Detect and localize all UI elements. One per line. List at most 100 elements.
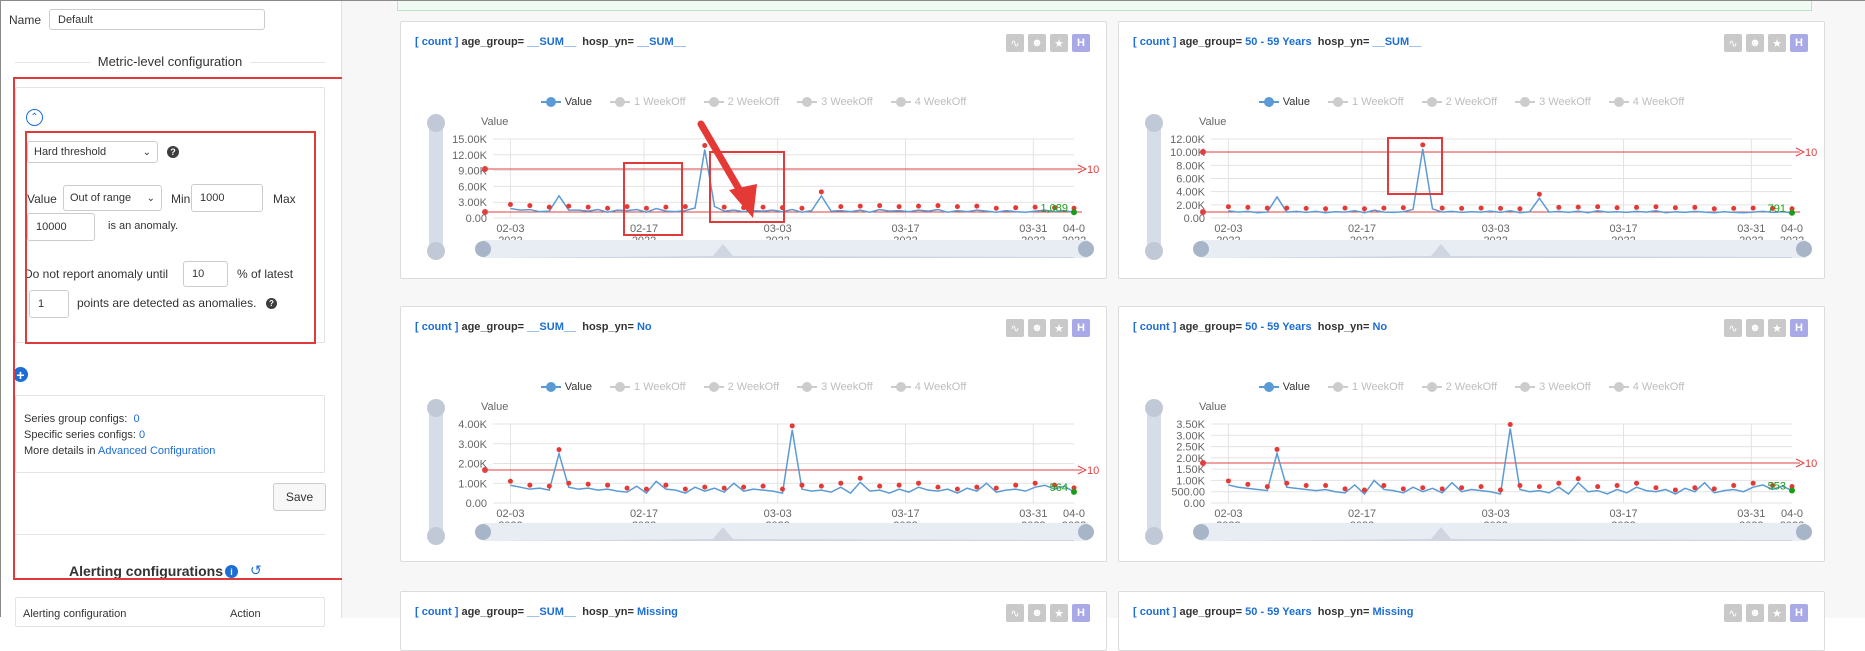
anomaly-point — [585, 481, 591, 487]
slider-handle-icon — [427, 114, 445, 132]
anomaly-point — [1032, 204, 1038, 210]
anomaly-point — [605, 205, 611, 211]
y-zoom-slider — [1147, 117, 1161, 257]
dim-key: hosp_yn= — [582, 606, 634, 618]
threshold-marker — [482, 166, 488, 172]
name-label: Name — [9, 13, 42, 27]
y-tick-label: 1.00K — [458, 478, 487, 490]
anomaly-point — [935, 484, 941, 490]
anomaly-point — [741, 484, 747, 490]
threshold-marker — [1200, 209, 1206, 215]
anomaly-point — [1556, 204, 1562, 210]
value-series-line — [1228, 428, 1793, 496]
value-series-line — [1228, 148, 1793, 214]
metric-section-title: Metric-level configuration — [89, 54, 251, 69]
x-tick-label: 02-03 — [1214, 508, 1242, 520]
anomaly-point — [1323, 482, 1329, 488]
x-tick-label: 03-17 — [891, 508, 919, 520]
anomaly-point — [993, 485, 999, 491]
anomaly-point — [1750, 480, 1756, 486]
y-tick-label: 12.00K — [452, 150, 488, 162]
navigator-handle-icon — [1078, 241, 1094, 257]
anomaly-point — [1400, 486, 1406, 492]
trend-icon[interactable]: ∿ — [1724, 604, 1742, 622]
anomaly-point — [1459, 485, 1465, 491]
anomaly-point — [1381, 482, 1387, 488]
anomaly-point — [1264, 484, 1270, 490]
navigator-handle-icon — [1193, 241, 1209, 257]
anomaly-point — [1614, 205, 1620, 211]
y-tick-label: 1.50K — [1176, 464, 1205, 476]
anomaly-point — [1264, 205, 1270, 211]
line-chart: Value3.50K3.00K2.50K2.00K1.50K1.00K500.0… — [1145, 399, 1817, 545]
anomaly-point — [1013, 205, 1019, 211]
anomaly-point — [896, 482, 902, 488]
last-point — [1071, 209, 1077, 216]
chart-card-title: [ count ] age_group= 50 - 59 Years hosp_… — [1133, 606, 1413, 618]
card-toolbar: ∿ ☻ ★ H — [1006, 604, 1090, 622]
anomaly-point — [721, 485, 727, 491]
y-axis-title: Value — [481, 401, 508, 413]
anomaly-point — [974, 484, 980, 490]
y-tick-label: 4.00K — [1176, 187, 1205, 199]
x-tick-label: 03-31 — [1737, 223, 1765, 235]
anomaly-point — [993, 205, 999, 211]
history-h-icon[interactable]: H — [1790, 604, 1808, 622]
anomaly-point — [1692, 485, 1698, 491]
x-tick-label: 04-0 — [1063, 508, 1085, 520]
x-tick-label: 02-03 — [496, 508, 524, 520]
navigator-handle-icon — [1193, 524, 1209, 540]
annotation-box — [25, 131, 316, 344]
anomaly-point — [1711, 206, 1717, 212]
trend-icon[interactable]: ∿ — [1006, 604, 1024, 622]
anomaly-point — [1478, 484, 1484, 490]
metric-tag: [ count ] — [1133, 606, 1177, 618]
anomaly-point — [624, 485, 630, 491]
anomaly-point — [507, 202, 513, 208]
alerting-col-config: Alerting configuration — [23, 608, 127, 620]
anomaly-point — [546, 483, 552, 489]
anomaly-point — [818, 189, 824, 195]
chart-card-title: [ count ] age_group= __SUM__ hosp_yn= Mi… — [415, 606, 678, 618]
anomaly-point — [1672, 487, 1678, 493]
config-panel: Name Default Metric-level configuration … — [1, 1, 356, 627]
anomaly-point — [1595, 204, 1601, 210]
anomaly-point — [954, 486, 960, 492]
threshold-marker — [482, 209, 488, 215]
threshold-marker — [1200, 149, 1206, 155]
range-navigator — [483, 523, 1088, 541]
alerting-col-action: Action — [230, 608, 261, 620]
y-tick-label: 3.00K — [458, 197, 487, 209]
x-tick-label: 04-0 — [1063, 223, 1085, 235]
anomaly-point — [935, 203, 941, 209]
x-tick-label: 03-03 — [1482, 223, 1510, 235]
anomaly-point — [1400, 205, 1406, 211]
user-settings-icon[interactable]: ☻ — [1028, 604, 1046, 622]
anomaly-point — [1731, 205, 1737, 211]
anomaly-point — [1459, 205, 1465, 211]
star-icon[interactable]: ★ — [1050, 604, 1068, 622]
anomaly-point — [1361, 487, 1367, 493]
anomaly-point — [1478, 205, 1484, 211]
anomaly-point — [527, 482, 533, 488]
y-tick-label: 500.00 — [1171, 487, 1205, 499]
dim-key: age_group= — [1179, 606, 1243, 618]
anomaly-point — [1225, 204, 1231, 210]
history-h-icon[interactable]: H — [1072, 604, 1090, 622]
anomaly-point — [877, 483, 883, 489]
anomaly-point — [1517, 206, 1523, 212]
anomaly-point — [1323, 206, 1329, 212]
anomaly-point — [1381, 205, 1387, 211]
navigator-handle-icon — [475, 241, 491, 257]
anomaly-point — [1634, 204, 1640, 210]
x-tick-label: 02-17 — [1348, 223, 1376, 235]
card-toolbar: ∿ ☻ ★ H — [1724, 604, 1808, 622]
name-input[interactable]: Default — [49, 9, 265, 30]
star-icon[interactable]: ★ — [1768, 604, 1786, 622]
dim-value: Missing — [1372, 606, 1414, 618]
user-settings-icon[interactable]: ☻ — [1746, 604, 1764, 622]
y-axis-title: Value — [1199, 116, 1226, 128]
banner — [397, 1, 1812, 11]
y-tick-label: 1.00K — [1176, 475, 1205, 487]
x-tick-label: 03-31 — [1737, 508, 1765, 520]
